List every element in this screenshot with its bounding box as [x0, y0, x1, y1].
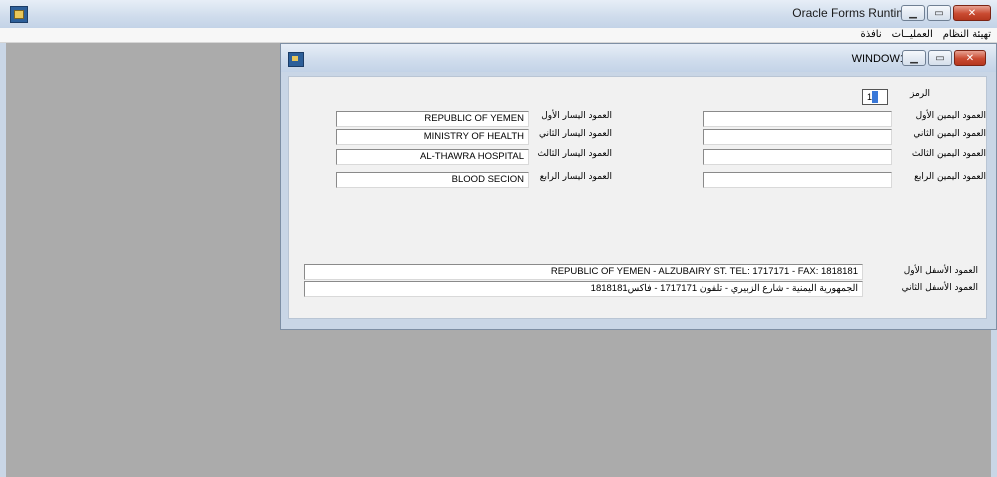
- right-column-3-field[interactable]: [703, 149, 892, 165]
- menu-window[interactable]: نافذة: [861, 28, 882, 42]
- form-window-icon[interactable]: [288, 52, 304, 67]
- form-title: WINDOW1: [851, 53, 906, 65]
- maximize-icon[interactable]: ▭: [927, 5, 951, 21]
- bottom-column-2-label: العمود الأسفل الثاني: [901, 283, 978, 293]
- right-column-1-field[interactable]: [703, 111, 892, 127]
- right-column-4-field[interactable]: [703, 172, 892, 188]
- form-window: WINDOW1 ▁ ▭ ✕ الرمز 1 العمود اليمين الأو…: [280, 43, 997, 330]
- right-column-1-label: العمود اليمين الأول: [915, 111, 986, 121]
- form-canvas: الرمز 1 العمود اليمين الأول العمود اليمي…: [288, 76, 987, 319]
- form-window-controls: ▁ ▭ ✕: [902, 50, 986, 66]
- app-title: Oracle Forms Runtime: [792, 6, 913, 20]
- minimize-icon[interactable]: ▁: [901, 5, 925, 21]
- left-column-1-label: العمود اليسار الأول: [541, 111, 612, 121]
- app-titlebar: Oracle Forms Runtime ▁ ▭ ✕: [0, 0, 997, 29]
- menu-operations[interactable]: العمليــات: [892, 28, 933, 42]
- menu-system-setup[interactable]: تهيئة النظام: [943, 28, 991, 42]
- left-column-2-label: العمود اليسار الثاني: [539, 129, 612, 139]
- left-column-3-field[interactable]: AL-THAWRA HOSPITAL: [336, 149, 529, 165]
- app-window-controls: ▁ ▭ ✕: [901, 5, 991, 21]
- right-column-4-label: العمود اليمين الرابع: [914, 172, 986, 182]
- oracle-forms-icon[interactable]: [10, 6, 28, 23]
- close-icon[interactable]: ✕: [953, 5, 991, 21]
- left-column-3-label: العمود اليسار الثالث: [537, 149, 612, 159]
- right-column-3-label: العمود اليمين الثالث: [911, 149, 986, 159]
- minimize-icon[interactable]: ▁: [902, 50, 926, 66]
- right-column-2-field[interactable]: [703, 129, 892, 145]
- menu-bar: تهيئة النظام العمليــات نافذة: [0, 28, 997, 43]
- left-column-4-field[interactable]: BLOOD SECION: [336, 172, 529, 188]
- maximize-icon[interactable]: ▭: [928, 50, 952, 66]
- bottom-column-1-label: العمود الأسفل الأول: [903, 266, 978, 276]
- close-icon[interactable]: ✕: [954, 50, 986, 66]
- left-column-1-field[interactable]: REPUBLIC OF YEMEN: [336, 111, 529, 127]
- bottom-column-2-field[interactable]: الجمهورية اليمنية - شارع الزبيري - تلفون…: [304, 281, 863, 297]
- left-column-4-label: العمود اليسار الرابع: [539, 172, 612, 182]
- form-titlebar: WINDOW1 ▁ ▭ ✕: [281, 44, 996, 72]
- code-field[interactable]: 1: [862, 89, 888, 105]
- bottom-column-1-field[interactable]: REPUBLIC OF YEMEN - ALZUBAIRY ST. TEL: 1…: [304, 264, 863, 280]
- text-caret: [872, 91, 879, 103]
- left-column-2-field[interactable]: MINISTRY OF HEALTH: [336, 129, 529, 145]
- code-label: الرمز: [910, 89, 930, 99]
- right-column-2-label: العمود اليمين الثاني: [913, 129, 986, 139]
